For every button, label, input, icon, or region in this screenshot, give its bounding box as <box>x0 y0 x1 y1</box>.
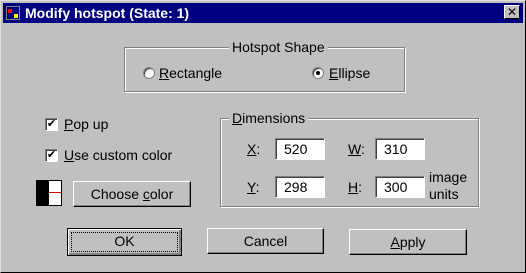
title-bar[interactable]: Modify hotspot (State: 1) ✕ <box>3 3 523 23</box>
dialog-window: Modify hotspot (State: 1) ✕ Hotspot Shap… <box>0 0 526 273</box>
swatch-fill <box>37 181 49 205</box>
ok-button[interactable]: OK <box>67 228 182 256</box>
swatch-line <box>49 192 61 193</box>
check-icon: ✔ <box>46 118 57 130</box>
custom-color-checkbox-label[interactable]: Use custom color <box>64 147 172 163</box>
close-icon: ✕ <box>506 5 518 19</box>
ok-button-label: OK <box>71 232 178 252</box>
h-label: H: <box>348 179 363 195</box>
popup-checkbox[interactable]: ✔ <box>45 118 58 131</box>
radio-rectangle[interactable] <box>143 67 155 79</box>
radio-ellipse-label[interactable]: Ellipse <box>329 65 370 81</box>
apply-button[interactable]: Apply <box>349 229 467 255</box>
app-icon <box>6 6 20 20</box>
hotspot-shape-legend: Hotspot Shape <box>229 39 328 55</box>
popup-checkbox-label[interactable]: Pop up <box>64 116 108 132</box>
units-label-line2: units <box>429 186 459 202</box>
w-field[interactable]: 310 <box>375 138 425 160</box>
window-title: Modify hotspot (State: 1) <box>25 5 190 21</box>
h-field[interactable]: 300 <box>375 176 425 198</box>
y-label: Y: <box>247 179 260 195</box>
check-icon: ✔ <box>46 149 57 161</box>
y-field[interactable]: 298 <box>275 176 325 198</box>
cancel-button[interactable]: Cancel <box>207 228 324 254</box>
custom-color-checkbox[interactable]: ✔ <box>45 149 58 162</box>
close-button[interactable]: ✕ <box>504 5 520 19</box>
dimensions-legend: Dimensions <box>229 110 309 126</box>
w-label: W: <box>348 141 365 157</box>
radio-rectangle-label[interactable]: Rectangle <box>159 65 222 81</box>
color-swatch <box>36 180 62 206</box>
x-label: X: <box>247 141 261 157</box>
choose-color-button[interactable]: Choose color <box>73 181 191 207</box>
x-field[interactable]: 520 <box>275 138 325 160</box>
radio-ellipse[interactable] <box>312 67 324 79</box>
units-label-line1: image <box>429 169 468 185</box>
